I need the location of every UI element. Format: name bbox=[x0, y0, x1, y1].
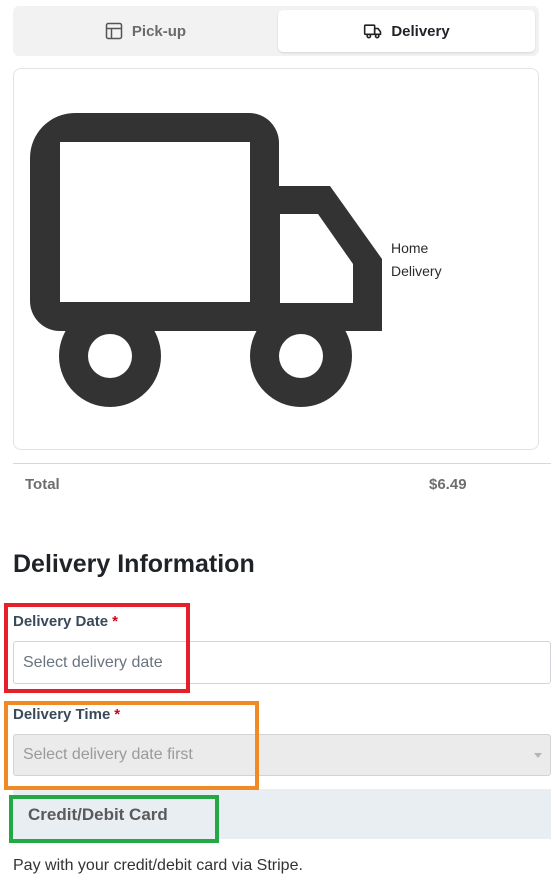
tab-delivery-label: Delivery bbox=[391, 22, 450, 40]
home-delivery-label: Home Delivery bbox=[391, 237, 471, 283]
payment-method-tab[interactable]: Credit/Debit Card bbox=[13, 789, 551, 839]
fulfillment-tabs: Pick-up Delivery bbox=[13, 6, 539, 56]
total-value: $6.49 bbox=[429, 476, 467, 493]
total-label: Total bbox=[25, 476, 60, 493]
tab-pickup[interactable]: Pick-up bbox=[17, 10, 273, 52]
delivery-time-label-text: Delivery Time bbox=[13, 706, 111, 723]
tab-pickup-label: Pick-up bbox=[131, 22, 187, 40]
store-layout-icon bbox=[105, 22, 123, 40]
required-mark: * bbox=[114, 706, 121, 723]
home-delivery-label-line2: Delivery bbox=[391, 263, 442, 279]
required-mark: * bbox=[112, 613, 118, 630]
delivery-information-title: Delivery Information bbox=[13, 550, 255, 578]
home-delivery-option[interactable]: Home Delivery bbox=[13, 68, 539, 450]
delivery-time-placeholder: Select delivery date first bbox=[23, 746, 193, 763]
payment-description: Pay with your credit/debit card via Stri… bbox=[13, 857, 303, 874]
chevron-down-icon bbox=[534, 753, 542, 758]
delivery-date-input[interactable] bbox=[13, 641, 551, 684]
truck-icon bbox=[30, 113, 384, 407]
summary-divider bbox=[13, 463, 551, 464]
home-delivery-label-line1: Home bbox=[391, 240, 429, 256]
delivery-date-label-text: Delivery Date bbox=[13, 613, 109, 630]
truck-icon bbox=[364, 24, 382, 39]
delivery-time-label: Delivery Time * bbox=[13, 706, 120, 723]
delivery-date-label: Delivery Date * bbox=[13, 613, 118, 630]
tab-delivery[interactable]: Delivery bbox=[278, 10, 535, 52]
delivery-time-select[interactable]: Select delivery date first bbox=[13, 734, 551, 776]
payment-method-label: Credit/Debit Card bbox=[28, 805, 168, 824]
